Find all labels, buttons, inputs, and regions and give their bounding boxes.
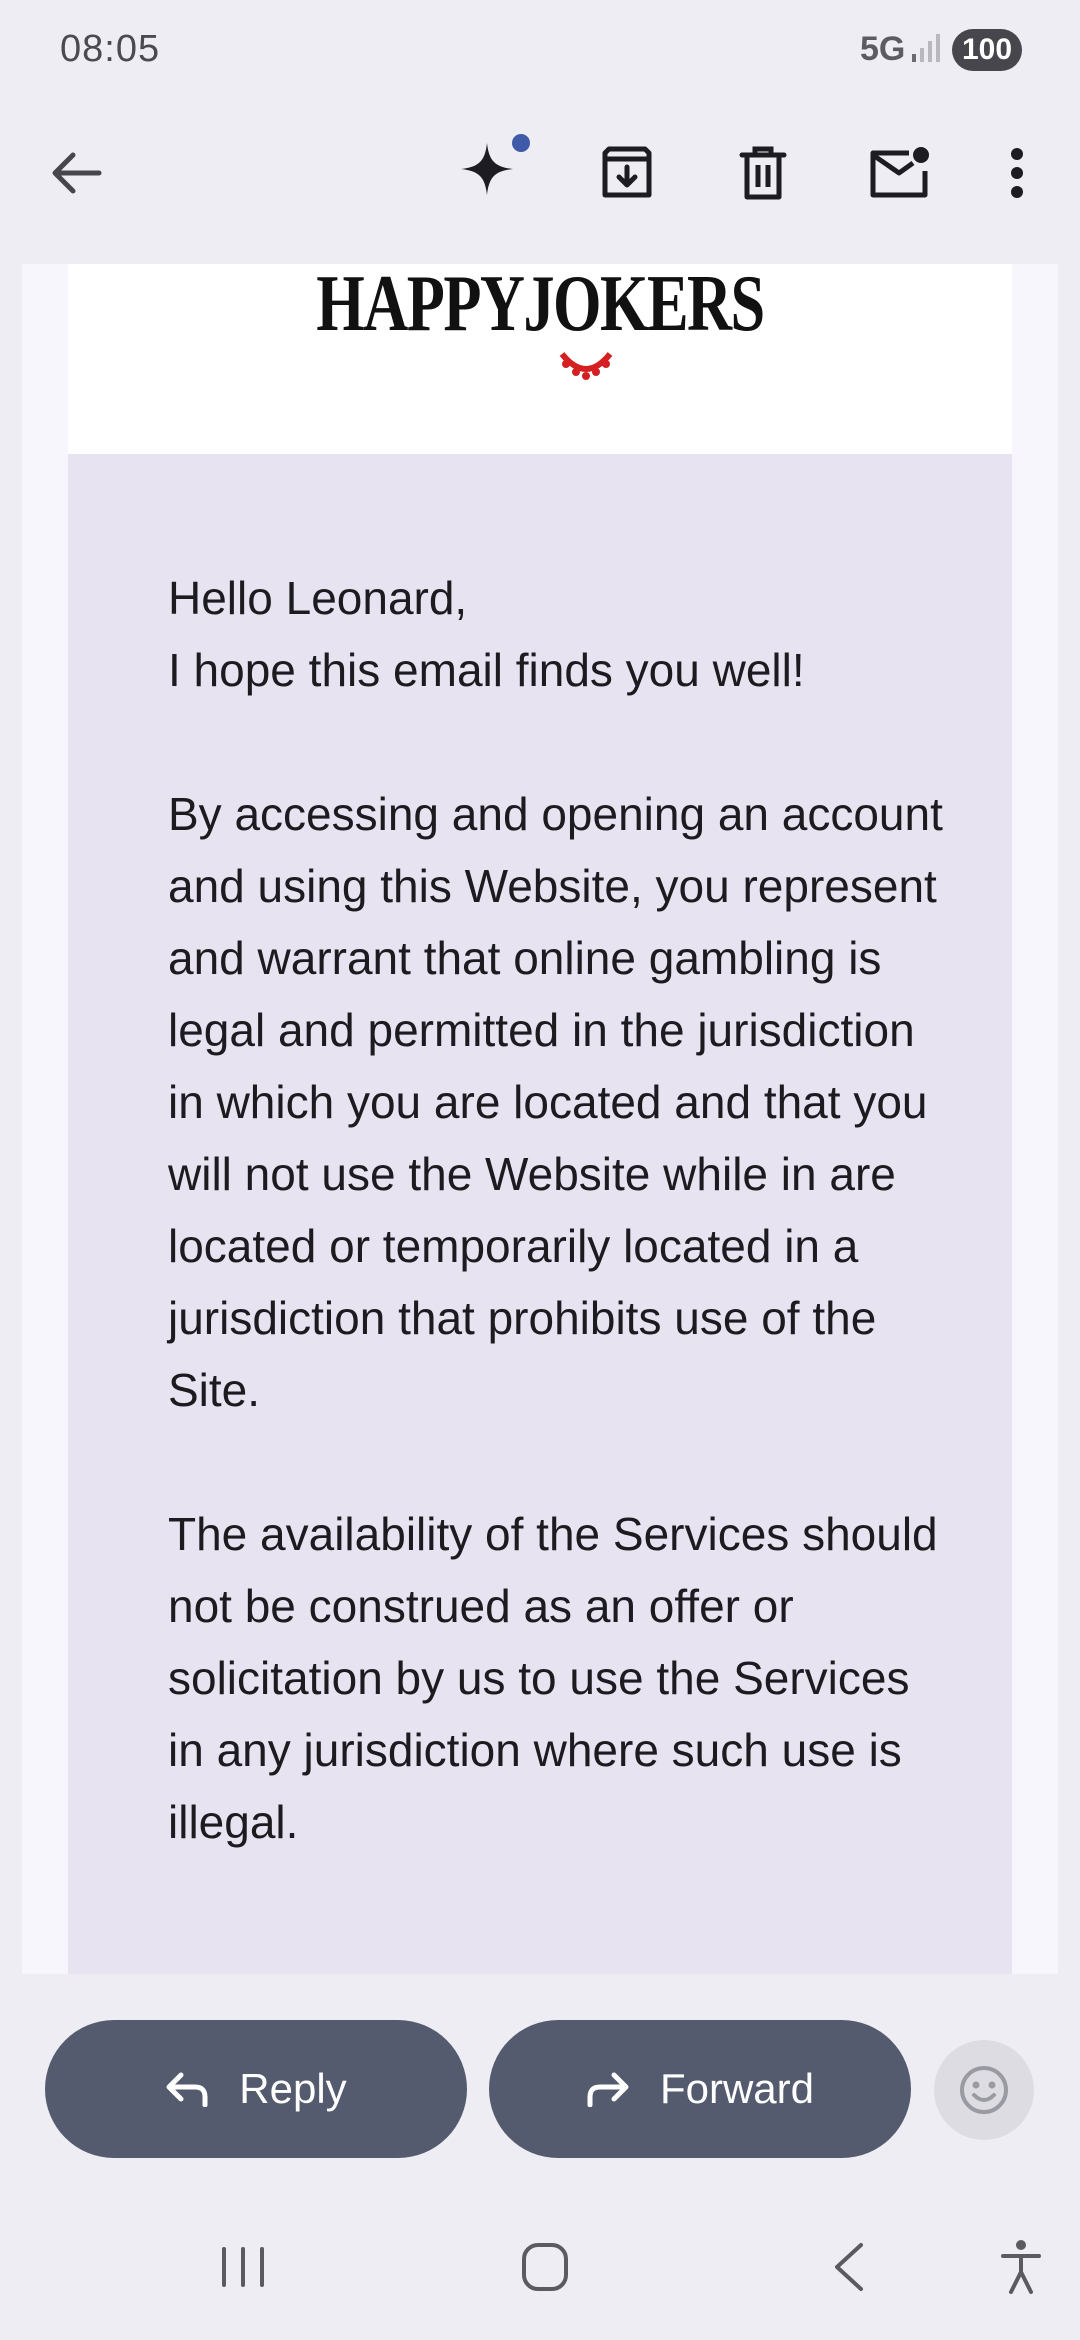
nav-back-button[interactable] [804, 2222, 894, 2312]
joker-emblem-icon [559, 352, 613, 380]
back-button[interactable] [32, 128, 122, 218]
accessibility-icon [1001, 2240, 1041, 2294]
more-vert-icon [1009, 147, 1025, 199]
archive-icon [599, 145, 655, 201]
sparkle-icon [451, 133, 531, 213]
home-icon [522, 2243, 568, 2291]
email-toolbar [0, 100, 1080, 264]
signal-icon [912, 32, 942, 64]
forward-button[interactable]: Forward [489, 2020, 911, 2158]
emoji-reaction-button[interactable] [934, 2040, 1034, 2140]
smiley-icon [960, 2066, 1008, 2114]
status-bar: 08:05 5G 100 [0, 0, 1080, 100]
email-intro: I hope this email finds you well! [168, 644, 805, 696]
mail-unread-icon [867, 145, 931, 201]
nav-back-icon [835, 2243, 863, 2291]
network-type: 5G [860, 30, 906, 68]
reply-icon [166, 2072, 208, 2107]
email-greeting: Hello Leonard, [168, 572, 468, 624]
email-header-banner: HAPPYJOKERS [68, 264, 1012, 454]
battery-badge: 100 [952, 29, 1022, 71]
recents-icon [222, 2247, 264, 2287]
email-body[interactable]: HAPPYJOKERS Hello Leonard, I hope this e… [22, 264, 1058, 1974]
delete-button[interactable] [718, 128, 808, 218]
accessibility-button[interactable] [976, 2222, 1066, 2312]
reply-label: Reply [239, 2065, 347, 2112]
reply-actions-bar: Reply Forward [0, 1974, 1080, 2194]
mark-unread-button[interactable] [854, 128, 944, 218]
email-message: Hello Leonard, I hope this email finds y… [168, 562, 948, 1930]
more-options-button[interactable] [972, 128, 1062, 218]
email-paragraph: The availability of the Services should … [168, 1508, 938, 1848]
recents-button[interactable] [198, 2222, 288, 2312]
archive-button[interactable] [582, 128, 672, 218]
status-time: 08:05 [60, 28, 161, 70]
arrow-left-icon [51, 151, 103, 195]
email-content: Hello Leonard, I hope this email finds y… [68, 454, 1012, 1974]
forward-label: Forward [659, 2065, 815, 2112]
gemini-button[interactable] [446, 128, 536, 218]
home-button[interactable] [500, 2222, 590, 2312]
happyjokers-logo: HAPPYJOKERS [316, 264, 765, 348]
reply-button[interactable]: Reply [45, 2020, 467, 2158]
system-nav-bar [0, 2194, 1080, 2340]
email-paragraph: By accessing and opening an account and … [168, 788, 943, 1416]
trash-icon [738, 145, 788, 201]
forward-icon [587, 2072, 629, 2107]
